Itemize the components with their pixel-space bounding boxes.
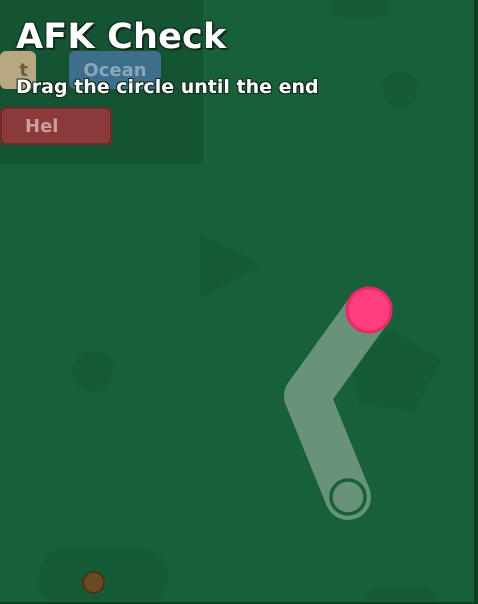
board-edge <box>474 0 478 604</box>
drag-handle[interactable] <box>345 286 393 334</box>
dirt-spot <box>82 571 105 594</box>
game-board: t Ocean Hel AFK Check Drag the circle un… <box>0 0 478 604</box>
afk-drag-area <box>284 286 393 520</box>
drag-track <box>284 287 392 520</box>
